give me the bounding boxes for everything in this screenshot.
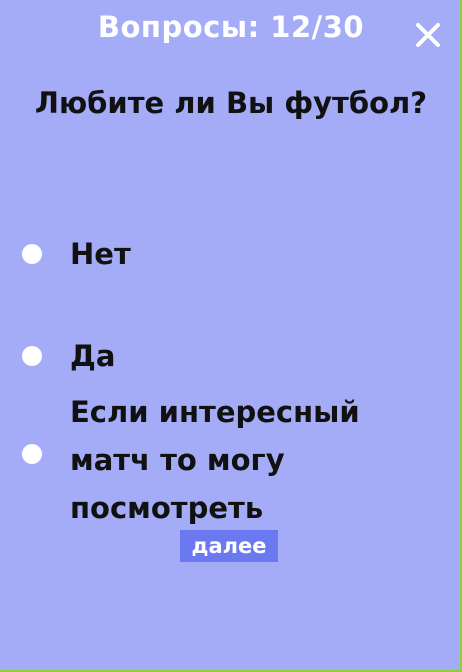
close-button[interactable] — [411, 18, 445, 52]
quiz-panel: Вопросы: 12/30 Любите ли Вы футбол? Нет … — [0, 0, 462, 672]
next-button[interactable]: далее — [180, 530, 278, 562]
radio-button[interactable] — [22, 444, 42, 464]
option-label: Нет — [70, 237, 131, 271]
answer-option-maybe[interactable]: Если интересный матч то могу посмотреть — [0, 388, 440, 525]
question-counter: Вопросы: 12/30 — [97, 10, 365, 44]
answer-option-da[interactable]: Да — [0, 330, 440, 382]
option-label: Да — [70, 339, 116, 373]
option-label: Если интересный матч то могу посмотреть — [70, 395, 360, 525]
radio-button[interactable] — [22, 346, 42, 366]
close-icon — [416, 23, 440, 47]
radio-button[interactable] — [22, 244, 42, 264]
answer-option-net[interactable]: Нет — [0, 228, 440, 280]
question-text: Любите ли Вы футбол? — [34, 86, 428, 120]
